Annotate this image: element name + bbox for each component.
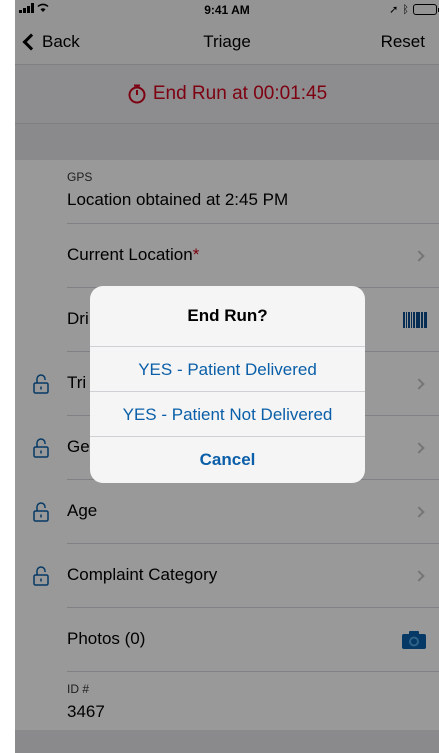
cancel-button[interactable]: Cancel — [90, 436, 365, 481]
patient-not-delivered-button[interactable]: YES - Patient Not Delivered — [90, 391, 365, 436]
phone-screen: 9:41 AM ➚ ᛒ Back Triage Reset End Run at… — [15, 0, 439, 753]
end-run-alert-dialog: End Run? YES - Patient Delivered YES - P… — [90, 286, 365, 483]
alert-title: End Run? — [187, 306, 268, 325]
patient-delivered-button[interactable]: YES - Patient Delivered — [90, 346, 365, 391]
